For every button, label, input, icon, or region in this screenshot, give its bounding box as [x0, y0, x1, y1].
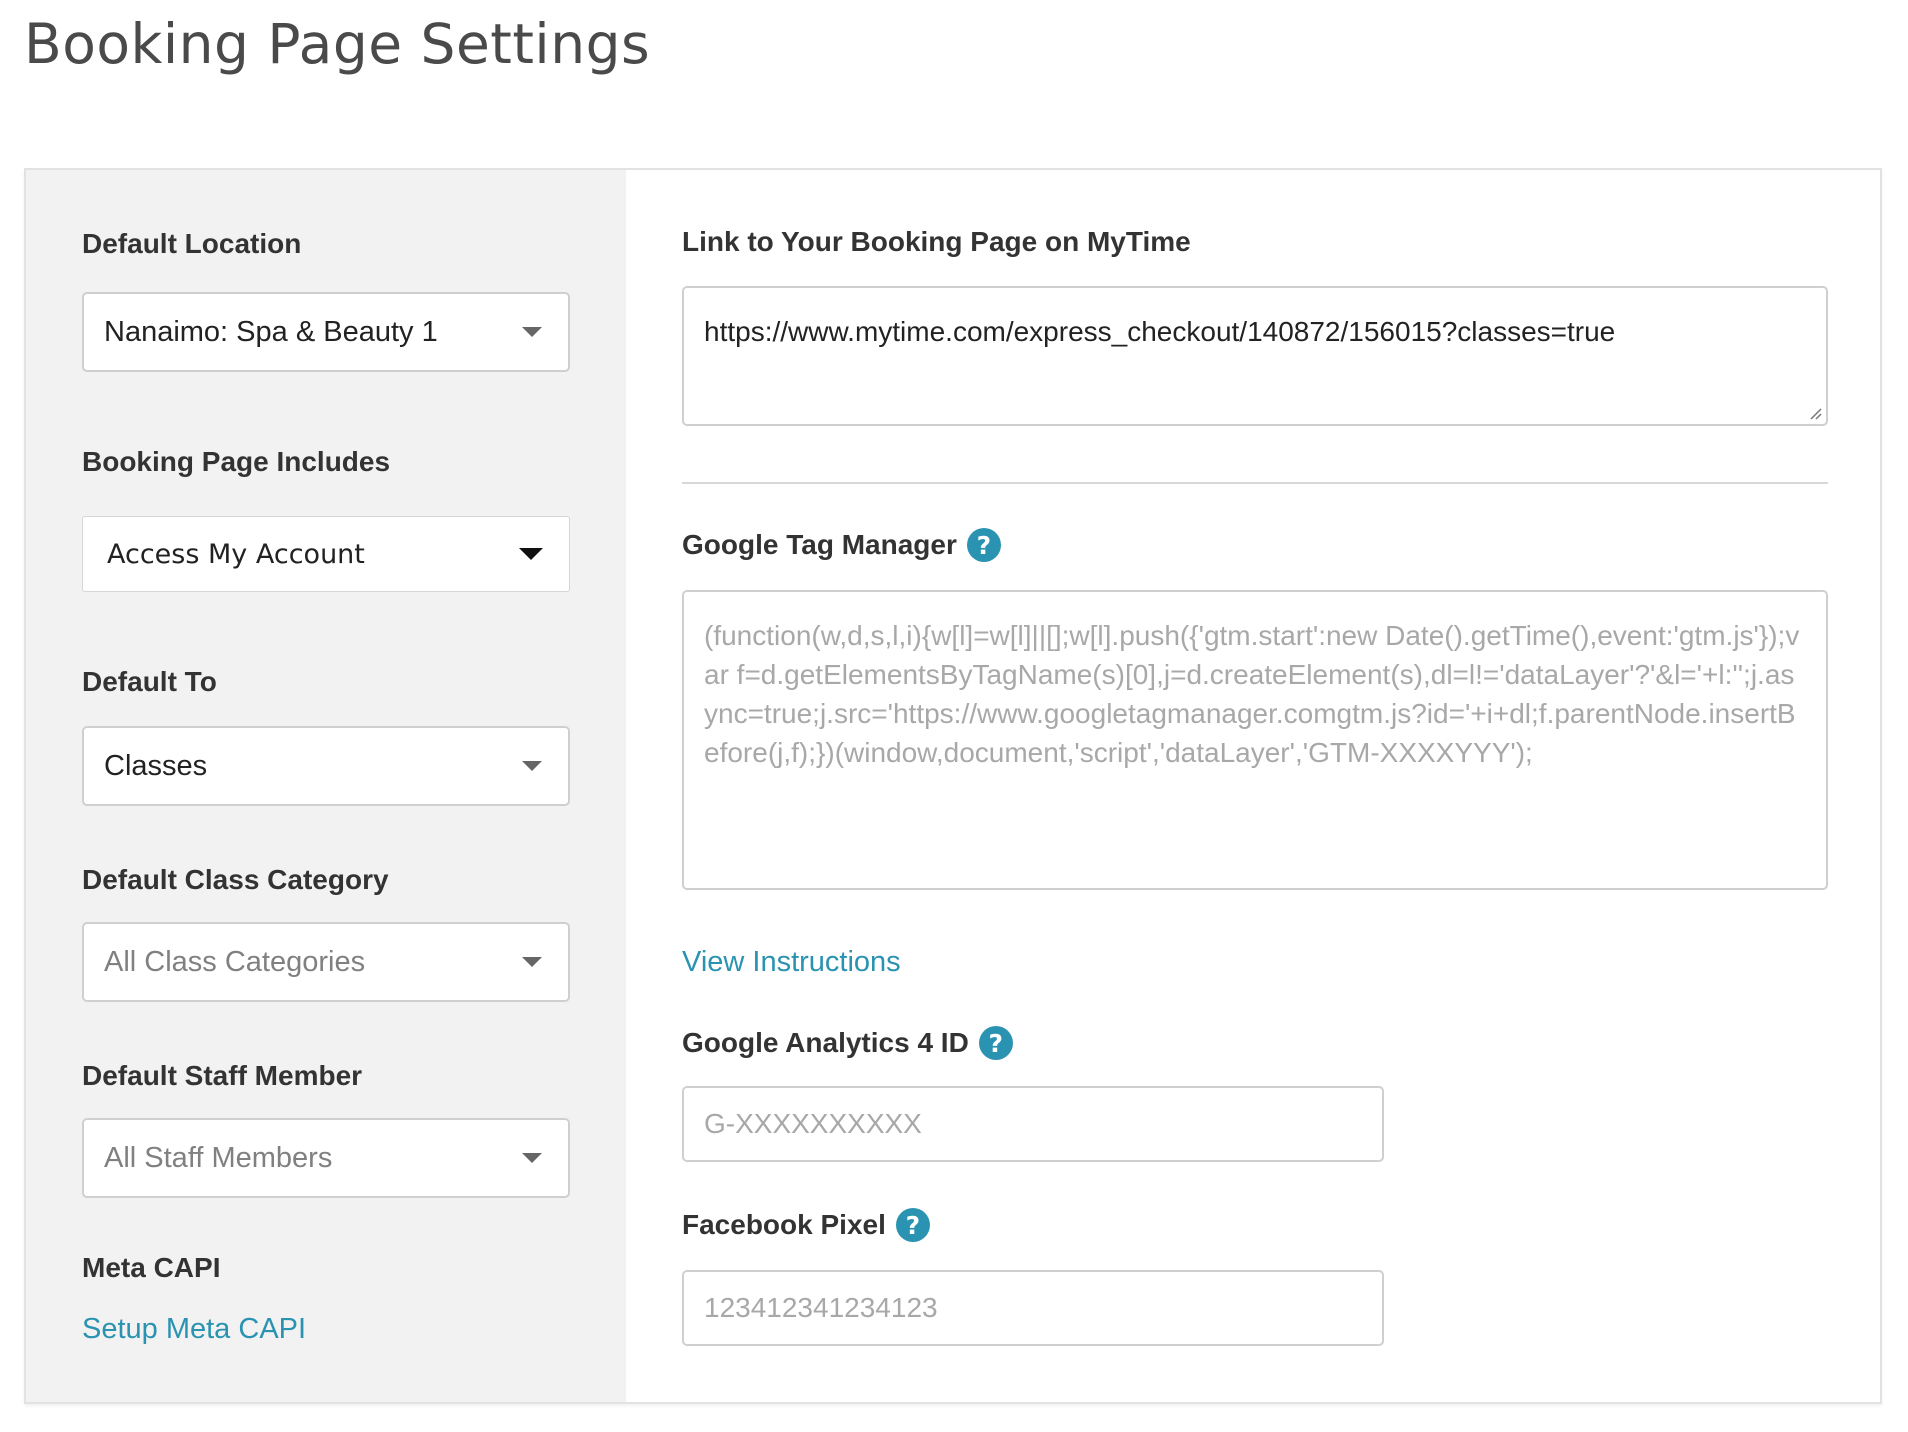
gtm-placeholder: (function(w,d,s,l,i){w[l]=w[l]||[];w[l].…: [704, 620, 1800, 768]
left-settings-panel: Default Location Nanaimo: Spa & Beauty 1…: [26, 170, 626, 1402]
booking-link-value: https://www.mytime.com/express_checkout/…: [704, 316, 1616, 347]
gtm-label-text: Google Tag Manager: [682, 529, 957, 560]
chevron-down-icon: [519, 548, 543, 560]
ga4-id-input[interactable]: G-XXXXXXXXXX: [682, 1086, 1384, 1162]
default-class-category-label: Default Class Category: [82, 864, 389, 895]
chevron-down-icon: [522, 1153, 542, 1163]
help-icon[interactable]: ?: [895, 1208, 930, 1242]
default-location-value: Nanaimo: Spa & Beauty 1: [104, 315, 438, 348]
settings-card: Default Location Nanaimo: Spa & Beauty 1…: [24, 168, 1882, 1404]
help-icon[interactable]: ?: [978, 1026, 1013, 1060]
default-class-category-value: All Class Categories: [104, 945, 366, 978]
default-to-label: Default To: [82, 666, 217, 697]
booking-link-textarea[interactable]: https://www.mytime.com/express_checkout/…: [682, 286, 1828, 426]
default-staff-member-label: Default Staff Member: [82, 1060, 363, 1091]
ga4-label: Google Analytics 4 ID ?: [682, 1026, 1013, 1060]
chevron-down-icon: [522, 761, 542, 771]
ga4-id-placeholder: G-XXXXXXXXXX: [704, 1108, 922, 1139]
booking-page-includes-select[interactable]: Access My Account: [82, 516, 570, 592]
right-settings-panel: Link to Your Booking Page on MyTime http…: [626, 170, 1880, 1402]
facebook-pixel-label: Facebook Pixel ?: [682, 1208, 930, 1242]
setup-meta-capi-link[interactable]: Setup Meta CAPI: [82, 1313, 306, 1346]
default-staff-member-value: All Staff Members: [104, 1141, 333, 1174]
meta-capi-label: Meta CAPI: [82, 1252, 221, 1283]
ga4-label-text: Google Analytics 4 ID: [682, 1027, 969, 1058]
default-location-label: Default Location: [82, 228, 302, 259]
facebook-pixel-input[interactable]: 123412341234123: [682, 1270, 1384, 1346]
facebook-pixel-label-text: Facebook Pixel: [682, 1209, 886, 1240]
gtm-textarea[interactable]: (function(w,d,s,l,i){w[l]=w[l]||[];w[l].…: [682, 590, 1828, 890]
help-icon[interactable]: ?: [966, 528, 1001, 562]
default-location-select[interactable]: Nanaimo: Spa & Beauty 1: [82, 292, 570, 372]
booking-page-includes-value: Access My Account: [107, 538, 365, 570]
chevron-down-icon: [522, 327, 542, 337]
booking-page-includes-label: Booking Page Includes: [82, 446, 391, 477]
default-class-category-select[interactable]: All Class Categories: [82, 922, 570, 1002]
default-staff-member-select[interactable]: All Staff Members: [82, 1118, 570, 1198]
view-instructions-link[interactable]: View Instructions: [682, 946, 901, 979]
page-title: Booking Page Settings: [24, 12, 651, 76]
default-to-value: Classes: [104, 749, 208, 782]
booking-link-label: Link to Your Booking Page on MyTime: [682, 226, 1191, 257]
facebook-pixel-placeholder: 123412341234123: [704, 1292, 938, 1323]
resize-handle-icon[interactable]: [1808, 406, 1822, 420]
chevron-down-icon: [522, 957, 542, 967]
section-divider: [682, 482, 1828, 484]
default-to-select[interactable]: Classes: [82, 726, 570, 806]
gtm-label: Google Tag Manager ?: [682, 528, 1001, 562]
